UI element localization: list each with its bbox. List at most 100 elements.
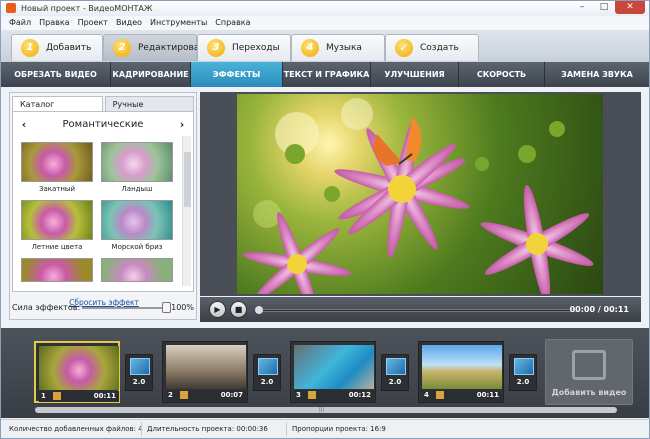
strength-label: Сила эффектов: [12,303,81,312]
edit-tabs: ОБРЕЗАТЬ ВИДЕО КАДРИРОВАНИЕ ЭФФЕКТЫ ТЕКС… [1,62,649,87]
menu-project[interactable]: Проект [74,16,112,30]
title-bar: Новый проект - ВидеоМОНТАЖ – □ ✕ [1,1,649,16]
timeline-clip[interactable]: 2 00:07 [162,341,248,403]
add-video-label: Добавить видео [551,388,627,397]
edit-pencil-icon[interactable] [180,391,188,399]
storyboard-timeline: 1 00:11 2.0 2 00:07 2.0 3 00:12 2.0 4 00… [1,328,649,418]
category-name: Романтические [62,119,144,130]
progress-handle[interactable] [255,306,263,314]
effect-label: Морской бриз [111,243,163,251]
transition-item[interactable]: 2.0 [253,354,281,391]
tab-speed[interactable]: СКОРОСТЬ [459,62,545,87]
transition-icon [386,358,406,375]
transition-item[interactable]: 2.0 [125,354,153,391]
clip-duration: 00:11 [476,391,499,399]
next-category-button[interactable]: › [175,117,189,133]
app-icon [6,3,16,13]
effect-strength-control: Сила эффектов: 100% [12,299,194,317]
checkmark-icon: ✓ [395,39,413,57]
clip-thumbnail [166,345,246,389]
window-title: Новый проект - ВидеоМОНТАЖ [21,4,153,13]
menu-tools[interactable]: Инструменты [146,16,211,30]
timeline-clip[interactable]: 4 00:11 [418,341,504,403]
preview-frame [237,94,603,294]
tab-crop[interactable]: КАДРИРОВАНИЕ [111,62,191,87]
menu-file[interactable]: Файл [5,16,35,30]
transition-item[interactable]: 2.0 [381,354,409,391]
minimize-button[interactable]: – [571,1,593,14]
close-button[interactable]: ✕ [615,1,645,14]
step-transitions[interactable]: 3 Переходы [197,34,291,61]
clip-number: 2 [168,391,173,399]
effect-item[interactable]: Морской бриз [101,200,173,251]
step-number-badge: 1 [21,39,39,57]
status-files-count: Количество добавленных файлов: 4 [9,425,143,433]
step-music[interactable]: 4 Музыка [291,34,385,61]
clip-thumbnail [39,346,119,390]
transition-duration: 2.0 [516,378,530,386]
status-bar: Количество добавленных файлов: 4 Длитель… [1,419,649,438]
maximize-button[interactable]: □ [593,1,615,14]
effect-item[interactable]: Ландыш [101,142,173,193]
transition-duration: 2.0 [132,378,146,386]
effect-item[interactable] [101,258,173,282]
transition-item[interactable]: 2.0 [509,354,537,391]
add-video-button[interactable]: Добавить видео [545,339,633,405]
tab-text-graphics[interactable]: ТЕКСТ И ГРАФИКА [283,62,371,87]
play-button[interactable]: ▶ [209,301,226,318]
effect-thumbnail [101,142,173,182]
stop-button[interactable]: ■ [230,301,247,318]
step-label: Музыка [326,43,362,53]
flower-butterfly-image [242,98,594,294]
transition-duration: 2.0 [388,378,402,386]
strength-slider[interactable] [82,307,166,309]
effect-thumbnail [101,258,173,282]
effect-label: Закатный [38,185,76,193]
transition-icon [258,358,278,375]
clip-thumbnail [294,345,374,389]
menu-help[interactable]: Справка [211,16,254,30]
tab-effects[interactable]: ЭФФЕКТЫ [191,62,283,87]
effect-label: Летние цвета [31,243,83,251]
prev-category-button[interactable]: ‹ [17,117,31,133]
effect-item[interactable] [21,258,93,282]
transition-icon [130,358,150,375]
timeline-scrollbar[interactable]: ||| [35,407,617,413]
effects-scrollbar[interactable] [182,136,191,286]
effect-item[interactable]: Закатный [21,142,93,193]
edit-pencil-icon[interactable] [436,391,444,399]
transition-icon [514,358,534,375]
effect-thumbnail [21,200,93,240]
step-edit[interactable]: 2 Редактировать [103,34,210,61]
effect-thumbnail [21,258,93,282]
playback-time: 00:00 / 00:11 [569,305,629,314]
status-project-duration: Длительность проекта: 00:00:36 [147,425,268,433]
tab-replace-audio[interactable]: ЗАМЕНА ЗВУКА [545,62,649,87]
tab-effects-catalog[interactable]: Каталог эффектов [12,96,103,124]
clip-thumbnail [422,345,502,389]
menu-video[interactable]: Видео [112,16,146,30]
butterfly [373,116,422,166]
step-add[interactable]: 1 Добавить [11,34,103,61]
tab-manual-settings[interactable]: Ручные настройки [104,96,194,124]
scrollbar-grip[interactable]: ||| [319,407,324,413]
tab-enhancements[interactable]: УЛУЧШЕНИЯ [371,62,459,87]
edit-pencil-icon[interactable] [308,391,316,399]
tab-trim-video[interactable]: ОБРЕЗАТЬ ВИДЕО [1,62,111,87]
effect-thumbnail [21,142,93,182]
clip-number: 1 [41,392,46,400]
player-controls: ▶ ■ 00:00 / 00:11 [200,297,641,322]
menu-edit[interactable]: Правка [35,16,73,30]
film-icon [572,350,606,380]
category-selector: ‹ Романтические › [13,117,193,133]
clip-duration: 00:07 [220,391,243,399]
step-label: Добавить [46,43,92,53]
effect-item[interactable]: Летние цвета [21,200,93,251]
timeline-clip[interactable]: 3 00:12 [290,341,376,403]
timeline-clip[interactable]: 1 00:11 [34,341,120,403]
playback-progress-bar[interactable] [255,306,577,314]
edit-pencil-icon[interactable] [53,392,61,400]
step-create[interactable]: ✓ Создать [385,34,479,61]
app-window: Новый проект - ВидеоМОНТАЖ – □ ✕ Файл Пр… [0,0,650,439]
strength-slider-handle[interactable] [162,302,171,313]
